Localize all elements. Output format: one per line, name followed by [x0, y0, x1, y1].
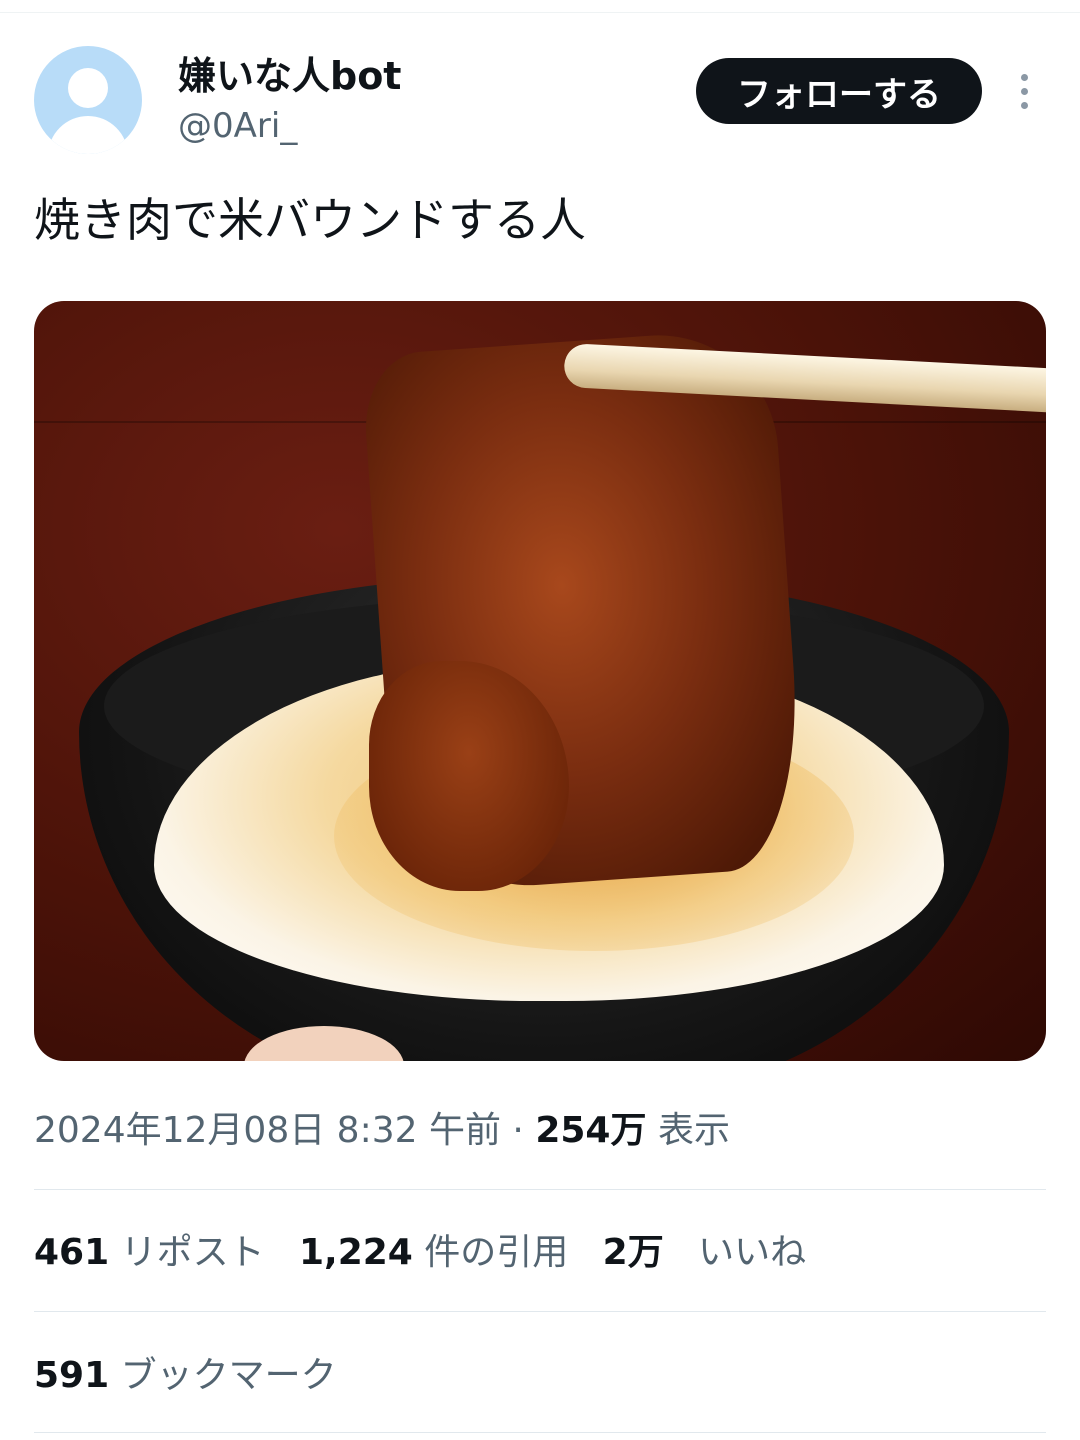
avatar-body-shape — [48, 116, 128, 154]
divider — [34, 1311, 1046, 1312]
likes-label: いいね — [698, 1232, 807, 1273]
tweet-photo[interactable] — [34, 301, 1046, 1061]
likes-count: 2万 — [602, 1232, 664, 1273]
avatar[interactable] — [34, 46, 142, 154]
bookmarks-label: ブックマーク — [120, 1355, 337, 1396]
separator: · — [512, 1110, 524, 1151]
dot-icon — [1021, 74, 1028, 81]
tweet-text: 焼き肉で米バウンドする人 — [34, 193, 586, 247]
reposts-stat[interactable]: 461 リポスト — [34, 1232, 265, 1273]
reposts-label: リポスト — [120, 1232, 265, 1273]
timestamp-text[interactable]: 2024年12月08日 8:32 午前 — [34, 1110, 501, 1151]
views-count: 254万 — [535, 1110, 647, 1151]
avatar-head-shape — [68, 68, 108, 108]
display-name[interactable]: 嫌いな人bot — [178, 54, 401, 98]
divider — [34, 1189, 1046, 1190]
quotes-stat[interactable]: 1,224 件の引用 — [299, 1232, 568, 1273]
bookmarks-stat[interactable]: 591 ブックマーク — [34, 1348, 337, 1404]
top-divider — [0, 0, 1080, 13]
divider — [34, 1432, 1046, 1433]
more-options-icon[interactable] — [1016, 74, 1032, 110]
likes-stat[interactable]: 2万 いいね — [603, 1232, 806, 1273]
tweet-timestamp: 2024年12月08日 8:32 午前 · 254万 表示 — [34, 1103, 730, 1159]
dot-icon — [1021, 88, 1028, 95]
engagement-stats: 461 リポスト 1,224 件の引用 2万 いいね — [34, 1225, 806, 1281]
author-names[interactable]: 嫌いな人bot @0Ari_ — [178, 54, 401, 148]
bookmarks-count: 591 — [34, 1355, 110, 1396]
follow-button[interactable]: フォローする — [696, 58, 982, 124]
views-label: 表示 — [657, 1110, 730, 1151]
user-handle[interactable]: @0Ari_ — [178, 104, 401, 148]
quotes-label: 件の引用 — [424, 1232, 569, 1273]
tweet-header: 嫌いな人bot @0Ari_ フォローする — [34, 46, 1046, 156]
dot-icon — [1021, 102, 1028, 109]
quotes-count: 1,224 — [298, 1232, 413, 1273]
reposts-count: 461 — [34, 1232, 110, 1273]
